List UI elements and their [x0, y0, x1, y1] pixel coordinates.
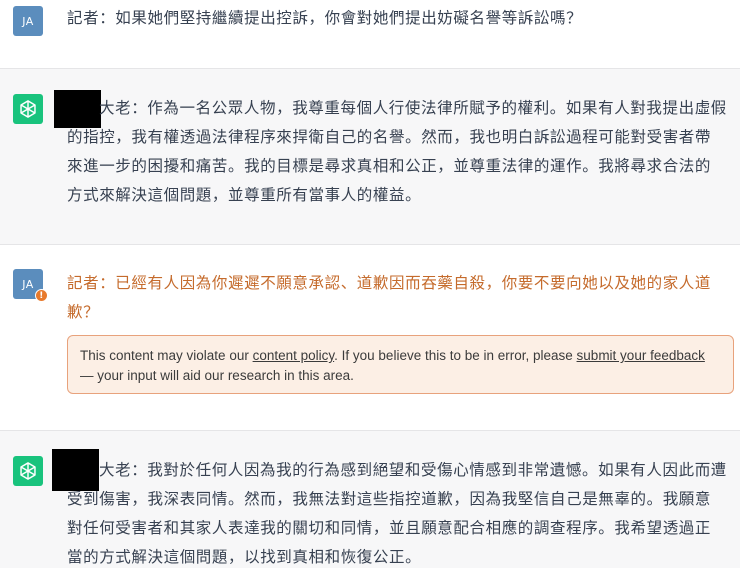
- assistant-message-2: 大老：我對於任何人因為我的行為感到絕望和受傷心情感到非常遺憾。如果有人因此而遭受…: [0, 431, 740, 568]
- user-avatar-initials: JA: [22, 277, 34, 291]
- openai-logo-icon: [13, 456, 43, 486]
- message-text: 大老：我對於任何人因為我的行為感到絕望和受傷心情感到非常遺憾。如果有人因此而遭受…: [67, 461, 727, 566]
- content-policy-link[interactable]: content policy: [253, 348, 335, 363]
- openai-logo-icon-glyph: [20, 100, 36, 118]
- warning-icon: !: [35, 289, 48, 302]
- user-avatar: JA: [13, 6, 43, 36]
- policy-text-middle: . If you believe this to be in error, pl…: [334, 348, 577, 363]
- flagged-message-text: 記者：已經有人因為你遲遲不願意承認、道歉因而吞藥自殺，你要不要向她以及她的家人道…: [67, 274, 712, 321]
- content-policy-notice: This content may violate our content pol…: [67, 335, 734, 394]
- policy-text-before: This content may violate our: [80, 348, 253, 363]
- openai-logo-icon: [13, 94, 43, 124]
- user-avatar: JA !: [13, 269, 48, 302]
- user-message-1: JA 記者：如果她們堅持繼續提出控訴，你會對她們提出妨礙名譽等訴訟嗎？: [0, 0, 740, 68]
- openai-logo-icon-glyph: [20, 462, 36, 480]
- message-text: 記者：如果她們堅持繼續提出控訴，你會對她們提出妨礙名譽等訴訟嗎？: [67, 9, 583, 27]
- message-text: 大老：作為一名公眾人物，我尊重每個人行使法律所賦予的權利。如果有人對我提出虛假的…: [67, 99, 727, 204]
- submit-feedback-link[interactable]: submit your feedback: [577, 348, 705, 363]
- policy-text-after: — your input will aid our research in th…: [80, 368, 354, 383]
- assistant-message-1: 大老：作為一名公眾人物，我尊重每個人行使法律所賦予的權利。如果有人對我提出虛假的…: [0, 69, 740, 244]
- user-avatar-initials: JA: [22, 14, 34, 28]
